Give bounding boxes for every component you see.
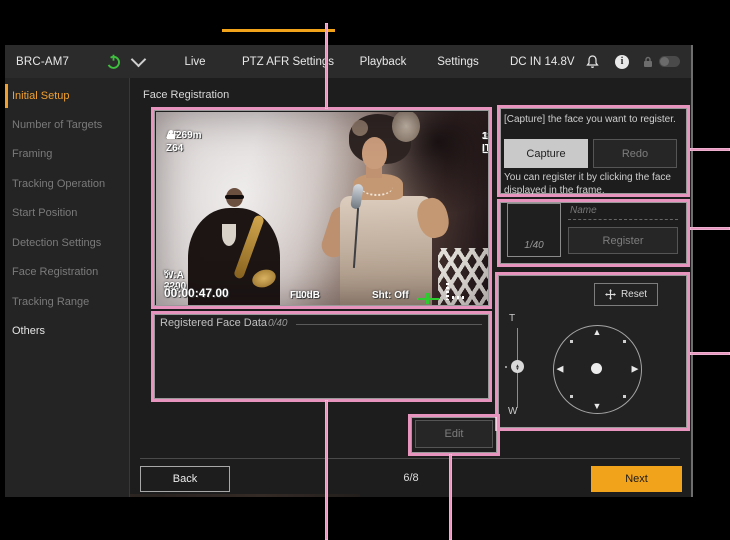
ptz-reset-label: Reset xyxy=(621,289,647,300)
power-menu-toggle[interactable] xyxy=(131,45,145,78)
pan-up-arrow-icon[interactable]: ▲ xyxy=(593,327,602,337)
power-icon xyxy=(105,53,122,70)
edit-button[interactable]: Edit xyxy=(415,420,493,448)
toggle-pill-icon xyxy=(659,56,680,67)
settings-sidebar: Initial Setup Number of Targets Framing … xyxy=(5,78,130,497)
sidebar-item-others[interactable]: Others xyxy=(5,318,130,344)
lock-indicator xyxy=(642,45,654,78)
register-button[interactable]: Register xyxy=(568,227,678,254)
name-input[interactable] xyxy=(568,201,678,220)
pan-left-arrow-icon[interactable]: ◀ xyxy=(557,364,564,375)
tab-live[interactable]: Live xyxy=(184,45,205,78)
callout-line-right-2 xyxy=(690,227,730,230)
sidebar-item-detection-settings[interactable]: Detection Settings xyxy=(5,230,130,256)
power-button[interactable] xyxy=(104,45,122,78)
registered-face-data-count: 0/40 xyxy=(268,318,287,329)
redo-button[interactable]: Redo xyxy=(593,139,677,168)
pad-diagonal-dot xyxy=(570,395,573,398)
footer-divider xyxy=(140,458,680,459)
sidebar-item-tracking-range[interactable]: Tracking Range xyxy=(5,289,130,315)
camera-preview[interactable]: AF269m Z64 3840x2160 119.88P S-L420 ITU7… xyxy=(156,112,488,305)
pan-right-arrow-icon[interactable]: ▶ xyxy=(632,364,639,375)
zoom-tele-label: T xyxy=(509,313,515,324)
bell-icon xyxy=(586,55,599,69)
tab-settings[interactable]: Settings xyxy=(437,45,479,78)
chevron-down-icon xyxy=(130,52,146,68)
focus-indicator-icon xyxy=(426,293,429,304)
info-icon: i xyxy=(615,55,629,69)
callout-line-right-1 xyxy=(690,148,730,151)
sidebar-item-face-registration[interactable]: Face Registration xyxy=(5,259,130,285)
device-name: BRC-AM7 xyxy=(16,45,69,78)
pad-diagonal-dot xyxy=(623,395,626,398)
face-slot-indicator: 1/40 xyxy=(508,240,560,251)
toggle-knob xyxy=(660,57,669,66)
pad-diagonal-dot xyxy=(570,340,573,343)
audio-level-meter-icon xyxy=(446,283,449,300)
ptz-reset-button[interactable]: Reset xyxy=(594,283,658,306)
registered-face-data-label: Registered Face Data xyxy=(160,317,267,329)
sidebar-item-start-position[interactable]: Start Position xyxy=(5,200,130,226)
sidebar-item-framing[interactable]: Framing xyxy=(5,141,130,167)
capture-instruction: [Capture] the face you want to register. xyxy=(504,114,694,125)
tab-ptz-afr-settings[interactable]: PTZ AFR Settings xyxy=(242,45,334,78)
sidebar-item-tracking-operation[interactable]: Tracking Operation xyxy=(5,171,130,197)
pan-down-arrow-icon[interactable]: ▼ xyxy=(593,401,602,411)
tab-playback[interactable]: Playback xyxy=(360,45,407,78)
active-tab-underline xyxy=(222,29,335,32)
osd-zoom: Z64 xyxy=(166,143,183,154)
page-title: Face Registration xyxy=(143,89,229,101)
vignette xyxy=(156,112,488,305)
sidebar-item-number-of-targets[interactable]: Number of Targets xyxy=(5,112,130,138)
lock-icon xyxy=(643,56,653,68)
audio-level-dots-icon xyxy=(452,296,466,299)
back-button[interactable]: Back xyxy=(140,466,230,492)
wizard-page-indicator: 6/8 xyxy=(396,472,426,484)
osd-color-space: ITU709 xyxy=(482,142,488,156)
divider xyxy=(296,324,482,325)
window-right-edge xyxy=(691,45,693,497)
zoom-slider-tick xyxy=(505,366,507,368)
lock-toggle[interactable] xyxy=(657,45,681,78)
slider-arrow-down-icon: ▼ xyxy=(515,367,519,370)
move-icon xyxy=(605,289,616,300)
osd-shutter: Sht: Off xyxy=(372,290,409,301)
osd-iris-gain: F4.4 L: 0dB xyxy=(290,290,301,301)
capture-button[interactable]: Capture xyxy=(504,139,588,168)
focus-subject-icon xyxy=(167,130,175,140)
next-button[interactable]: Next xyxy=(591,466,682,492)
osd-focus: AF269m xyxy=(166,130,176,142)
pad-diagonal-dot xyxy=(623,340,626,343)
sidebar-item-initial-setup[interactable]: Initial Setup xyxy=(5,83,130,109)
zoom-slider-thumb[interactable]: ▲▼ xyxy=(511,360,524,373)
pad-center-button[interactable] xyxy=(591,363,602,374)
callout-line-right-3 xyxy=(690,352,730,355)
notifications-button[interactable] xyxy=(584,45,600,78)
screenshot-stage: BRC-AM7 Live PTZ AFR Settings Playback S… xyxy=(0,0,730,540)
info-button[interactable]: i xyxy=(614,45,630,78)
register-hint: You can register it by clicking the face… xyxy=(504,171,688,197)
face-thumbnail-box: 1/40 xyxy=(507,203,561,257)
